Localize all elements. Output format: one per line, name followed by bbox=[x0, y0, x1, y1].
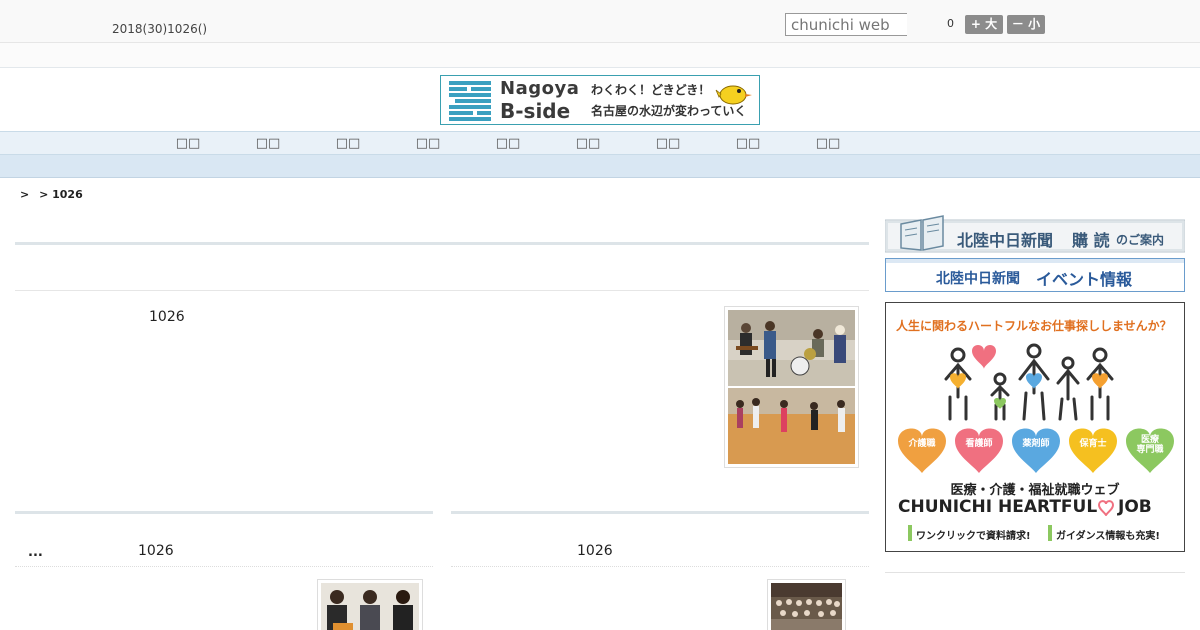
heart-outline-icon bbox=[1098, 500, 1114, 516]
ad-note-2: ガイダンス情報も充実! bbox=[1056, 531, 1160, 542]
heart-icon bbox=[955, 428, 1003, 473]
nav-item[interactable]: □□ bbox=[488, 136, 528, 151]
event-suffix: イベント情報 bbox=[1036, 270, 1133, 289]
ad-brand: CHUNICHI HEARTFUL bbox=[898, 497, 1098, 517]
banner-tagline-1: わくわく！どきどき！ bbox=[591, 83, 711, 97]
heartful-job-ad[interactable]: 人生に関わるハートフルなお仕事探ししませんか？ 介護職 看護師 薬剤師 保育士 … bbox=[885, 302, 1185, 552]
nav-item[interactable]: □□ bbox=[248, 136, 288, 151]
dotted-divider bbox=[15, 566, 433, 567]
subscribe-suffix-small: のご案内 bbox=[1116, 233, 1165, 247]
subscribe-banner[interactable]: 北陸中日新聞 購 読 のご案内 bbox=[884, 212, 1186, 253]
sidebar-divider bbox=[885, 572, 1185, 573]
ad-note-bar bbox=[1048, 525, 1052, 541]
story-right-date[interactable]: 1026 bbox=[577, 543, 613, 559]
story-right-thumbnail[interactable] bbox=[767, 579, 846, 630]
top-story-thumbnail[interactable] bbox=[724, 306, 859, 468]
top-bar: 2018(30)1026() 0 + 大 － 小 bbox=[0, 0, 1200, 43]
breadcrumb-home[interactable]: > bbox=[20, 188, 29, 201]
three-people-photo bbox=[321, 583, 419, 630]
story-left-thumbnail[interactable] bbox=[317, 579, 423, 630]
heart-label-childcare: 保育士 bbox=[1079, 439, 1107, 449]
ad-note-1: ワンクリックで資料請求! bbox=[916, 531, 1031, 542]
section-divider bbox=[451, 511, 869, 514]
event-banner-topbar bbox=[886, 259, 1184, 263]
banner-title-1: Nagoya bbox=[500, 78, 580, 99]
section-divider bbox=[15, 290, 869, 291]
header-band bbox=[0, 43, 1200, 68]
breadcrumb-current: > 1026 bbox=[39, 188, 83, 201]
banner-logo-stripes bbox=[449, 81, 491, 121]
nav-item[interactable]: □□ bbox=[808, 136, 848, 151]
breadcrumb: > > 1026 bbox=[20, 188, 89, 201]
heart-label-nurse: 看護師 bbox=[965, 439, 993, 449]
top-story-date[interactable]: 1026 bbox=[149, 309, 185, 325]
section-divider bbox=[15, 511, 433, 514]
main-nav: □□ □□ □□ □□ □□ □□ □□ □□ □□ bbox=[0, 131, 1200, 155]
sub-nav bbox=[0, 155, 1200, 178]
newspaper-book-icon bbox=[900, 215, 944, 251]
nagoya-bside-banner[interactable]: Nagoya B-side わくわく！どきどき！ 名古屋の水辺が変わっていく bbox=[440, 75, 760, 125]
heart-label-medical: 医療 専門職 bbox=[1136, 435, 1164, 455]
nav-item[interactable]: □□ bbox=[168, 136, 208, 151]
heart-icon bbox=[1012, 428, 1060, 473]
search-input[interactable] bbox=[785, 13, 907, 36]
font-smaller-button[interactable]: － 小 bbox=[1007, 15, 1045, 34]
ad-note-bar bbox=[908, 525, 912, 541]
story-left-prefix: ... bbox=[28, 545, 43, 560]
section-divider bbox=[15, 242, 869, 245]
event-title: 北陸中日新聞 bbox=[936, 271, 1020, 287]
font-size-value: 0 bbox=[947, 17, 954, 30]
font-larger-button[interactable]: + 大 bbox=[965, 15, 1003, 34]
heart-label-pharmacist: 薬剤師 bbox=[1022, 439, 1050, 449]
banner-title-2: B-side bbox=[500, 99, 571, 123]
band-and-dance-photo bbox=[728, 310, 855, 464]
nav-item[interactable]: □□ bbox=[408, 136, 448, 151]
ad-headline: 人生に関わるハートフルなお仕事探ししませんか？ bbox=[896, 319, 1172, 333]
current-date: 2018(30)1026() bbox=[112, 22, 208, 36]
dotted-divider bbox=[451, 566, 869, 567]
bird-mascot-icon bbox=[715, 85, 752, 105]
event-info-banner[interactable]: 北陸中日新聞 イベント情報 bbox=[885, 258, 1185, 292]
heart-label-care: 介護職 bbox=[908, 439, 936, 449]
ad-subtitle: 医療・介護・福祉就職ウェブ bbox=[950, 483, 1120, 498]
ad-brand-job: JOB bbox=[1118, 497, 1152, 517]
heart-icon bbox=[1069, 428, 1117, 473]
nav-item[interactable]: □□ bbox=[328, 136, 368, 151]
family-figures-illustration bbox=[944, 343, 1114, 421]
nav-item[interactable]: □□ bbox=[648, 136, 688, 151]
group-photo bbox=[771, 583, 842, 630]
story-left-date[interactable]: 1026 bbox=[138, 543, 174, 559]
nav-item[interactable]: □□ bbox=[728, 136, 768, 151]
nav-item[interactable]: □□ bbox=[568, 136, 608, 151]
subscribe-suffix: 購 読 bbox=[1072, 231, 1110, 250]
heart-icon bbox=[898, 428, 946, 473]
job-category-hearts: 介護職 看護師 薬剤師 保育士 医療 専門職 bbox=[894, 427, 1178, 475]
subscribe-title: 北陸中日新聞 bbox=[957, 231, 1054, 250]
